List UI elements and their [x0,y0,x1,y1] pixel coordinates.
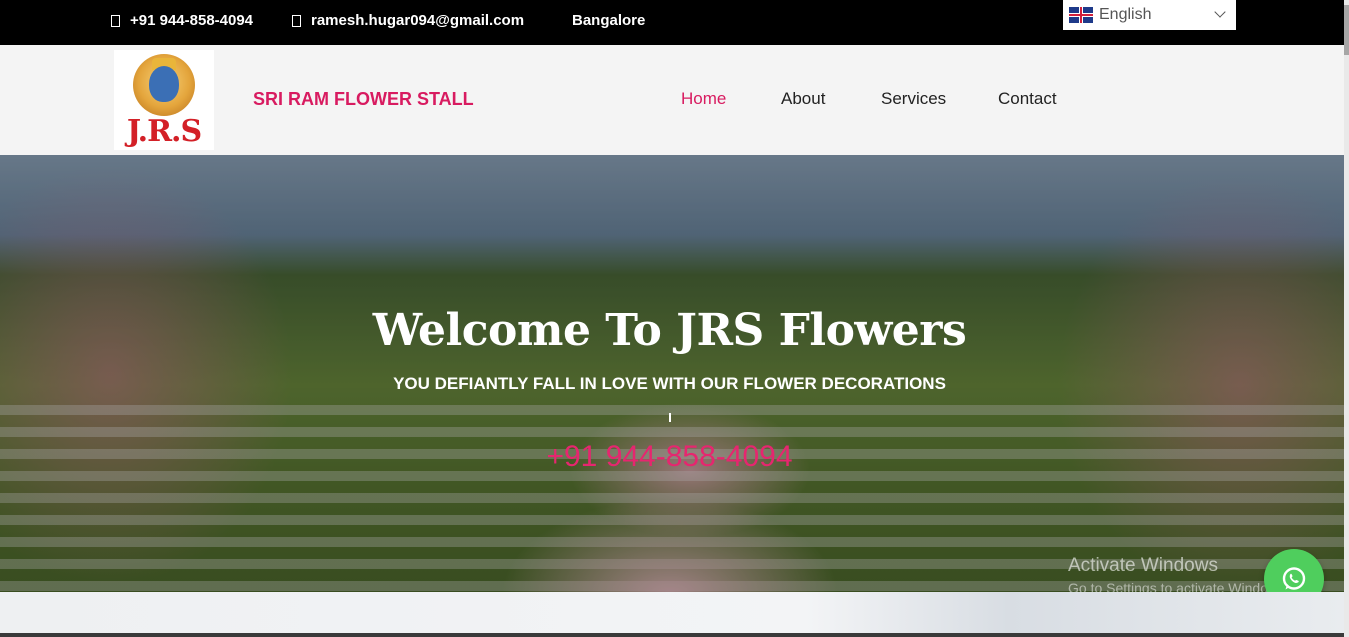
scrollbar-thumb[interactable] [1344,5,1349,55]
bottom-dark-bar [0,633,1344,637]
logo-letters: J.R.S [126,114,202,149]
top-bar: +91 944-858-4094 ramesh.hugar094@gmail.c… [0,0,1344,45]
nav-services[interactable]: Services [881,89,946,109]
windows-activation-title: Activate Windows [1068,555,1218,576]
site-header: J.R.S SRI RAM FLOWER STALL Home About Se… [0,45,1344,155]
hero-banner: Welcome To JRS Flowers YOU DEFIANTLY FAL… [0,155,1344,592]
topbar-phone[interactable]: +91 944-858-4094 [111,12,253,29]
nav-about[interactable]: About [781,89,825,109]
logo-deity-figure [149,66,179,102]
hero-phone[interactable]: +91 944-858-4094 [0,440,1339,474]
brand-name[interactable]: SRI RAM FLOWER STALL [253,89,474,110]
topbar-location-text: Bangalore [572,12,646,29]
windows-activation-subtitle: Go to Settings to activate Windows. [1068,580,1289,592]
hero-title: Welcome To JRS Flowers [372,305,967,356]
mail-icon [292,14,301,27]
topbar-location: Bangalore [572,12,645,29]
nav-home[interactable]: Home [681,89,726,109]
whatsapp-icon [1282,567,1306,590]
phone-icon [111,14,120,27]
topbar-email[interactable]: ramesh.hugar094@gmail.com [292,12,524,29]
language-selector[interactable]: English [1063,0,1236,30]
hero-subtitle: YOU DEFIANTLY FALL IN LOVE WITH OUR FLOW… [393,374,946,393]
site-logo[interactable]: J.R.S [114,50,214,150]
hero-divider [669,413,671,422]
topbar-email-text: ramesh.hugar094@gmail.com [311,12,525,29]
uk-flag-icon [1069,7,1093,23]
next-section-peek [0,592,1344,637]
language-label: English [1099,6,1152,23]
nav-contact[interactable]: Contact [998,89,1057,109]
page-scrollbar[interactable] [1344,0,1349,637]
topbar-phone-text: +91 944-858-4094 [130,12,254,29]
chevron-down-icon [1214,6,1226,18]
